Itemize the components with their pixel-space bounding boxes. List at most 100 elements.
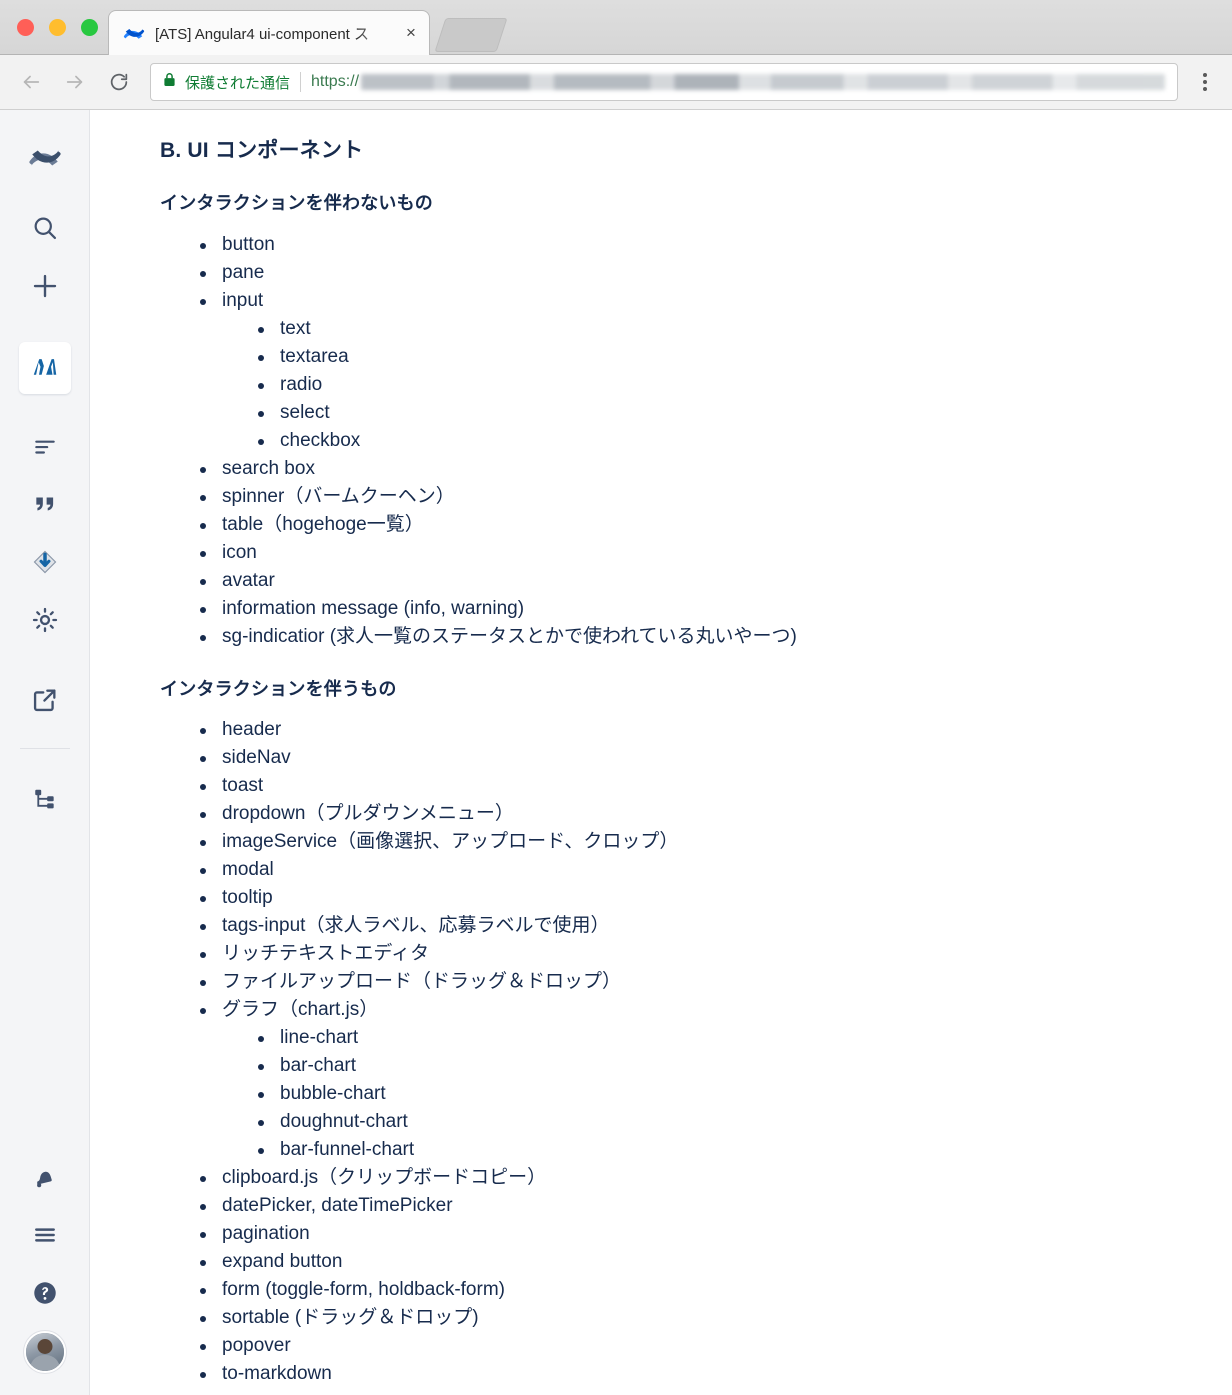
sidebar-item-notifications[interactable] [19, 1153, 71, 1205]
omnibox-divider [300, 72, 302, 92]
sidebar-item-spaces[interactable] [18, 342, 71, 394]
list-item-label: spinner（バームクーヘン） [222, 485, 455, 507]
new-tab-button[interactable] [434, 18, 508, 52]
list-item-label: datePicker, dateTimePicker [222, 1194, 453, 1216]
list-item-label: input [222, 289, 264, 311]
close-window-button[interactable] [17, 19, 34, 36]
page-title: B. UI コンポーネント [160, 139, 364, 162]
list-item-label: sortable (ドラッグ＆ドロップ) [222, 1306, 479, 1328]
quote-icon [32, 491, 58, 522]
list-item: tooltip [200, 884, 1192, 912]
list-item-label: グラフ（chart.js） [222, 998, 379, 1020]
lock-icon [163, 72, 177, 92]
reload-icon[interactable] [100, 63, 138, 101]
list-item: sg-indicatior (求人一覧のステータスとかで使われている丸いやーつ) [200, 623, 1192, 651]
list-item: pagination [200, 1220, 1192, 1248]
list-item: button [200, 231, 1192, 259]
external-link-icon [31, 686, 59, 719]
list-item: radio [258, 371, 1192, 399]
search-icon [31, 214, 59, 247]
list-item-label: imageService（画像選択、アップロード、クロップ） [222, 830, 679, 852]
list-item: checkbox [258, 427, 1192, 455]
section-heading-interactive: インタラクションを伴うもの [160, 678, 397, 699]
browser-window: [ATS] Angular4 ui-component ス × 保護された通信 … [0, 0, 1232, 1395]
list-item: グラフ（chart.js） line-chart bar-chart bubbl… [200, 996, 1192, 1164]
list-item-label: tooltip [222, 886, 273, 908]
minimize-window-button[interactable] [49, 19, 66, 36]
list-item: pane [200, 259, 1192, 287]
avatar-head [37, 1339, 52, 1354]
list-item: clipboard.js（クリップボードコピー） [200, 1164, 1192, 1192]
spaces-icon [30, 351, 60, 386]
plus-icon [30, 271, 60, 306]
browser-tab[interactable]: [ATS] Angular4 ui-component ス × [108, 10, 430, 55]
list-item-label: toast [222, 774, 264, 796]
list-item: bar-funnel-chart [258, 1136, 1192, 1164]
sidebar-item-page-tree[interactable] [19, 775, 71, 827]
list-item-label: sg-indicatior (求人一覧のステータスとかで使われている丸いやーつ) [222, 625, 797, 647]
list-item: sortable (ドラッグ＆ドロップ) [200, 1304, 1192, 1332]
list-item: expand button [200, 1248, 1192, 1276]
list-item-label: table（hogehoge一覧） [222, 513, 424, 535]
list-item-label: bar-chart [280, 1054, 357, 1076]
sidebar-item-help[interactable] [19, 1269, 71, 1321]
component-list-non-interactive: button pane input text textarea radio se… [160, 231, 1192, 651]
list-item-label: to-markdown [222, 1362, 332, 1384]
tab-strip: [ATS] Angular4 ui-component ス × [0, 0, 1232, 55]
list-item-label: textarea [280, 345, 349, 367]
list-item-label: header [222, 718, 282, 740]
list-item: select [258, 399, 1192, 427]
list-item: tags-input（求人ラベル、応募ラベルで使用） [200, 912, 1192, 940]
page-viewport: B. UI コンポーネント インタラクションを伴わないもの button pan… [0, 110, 1232, 1395]
list-item: information message (info, warning) [200, 595, 1192, 623]
zoom-window-button[interactable] [81, 19, 98, 36]
back-arrow-icon[interactable] [12, 63, 50, 101]
list-item-label: radio [280, 373, 323, 395]
list-item-label: bubble-chart [280, 1082, 386, 1104]
list-item: icon [200, 539, 1192, 567]
help-icon [31, 1279, 59, 1312]
sidebar-item-feed[interactable] [19, 422, 71, 474]
list-item-label: avatar [222, 569, 275, 591]
confluence-logo-icon [28, 141, 62, 180]
list-item: form (toggle-form, holdback-form) [200, 1276, 1192, 1304]
list-item-label: checkbox [280, 429, 361, 451]
sidebar-item-search[interactable] [19, 204, 71, 256]
list-item-label: select [280, 401, 330, 423]
avatar[interactable] [23, 1331, 66, 1373]
sidebar-item-external-link[interactable] [19, 676, 71, 728]
list-item-label: doughnut-chart [280, 1110, 408, 1132]
sidebar-item-create[interactable] [19, 262, 71, 314]
close-tab-button[interactable]: × [401, 23, 421, 43]
list-item-label: icon [222, 541, 257, 563]
list-item: modal [200, 856, 1192, 884]
url-scheme: https:// [311, 73, 360, 90]
list-item: text [258, 315, 1192, 343]
kebab-menu-icon[interactable] [1188, 63, 1222, 101]
list-item-label: pane [222, 261, 265, 283]
forward-arrow-icon[interactable] [56, 63, 94, 101]
list-item: dropdown（プルダウンメニュー） [200, 800, 1192, 828]
list-item: doughnut-chart [258, 1108, 1192, 1136]
address-bar[interactable]: 保護された通信 https:// [150, 63, 1178, 101]
confluence-sidebar [0, 110, 90, 1395]
window-controls [17, 19, 98, 36]
align-left-icon [32, 433, 58, 464]
list-item-label: line-chart [280, 1026, 359, 1048]
sidebar-item-badge[interactable] [19, 538, 71, 590]
chart-sublist: line-chart bar-chart bubble-chart doughn… [222, 1024, 1192, 1164]
page-content: B. UI コンポーネント インタラクションを伴わないもの button pan… [90, 110, 1232, 1395]
list-item-label: form (toggle-form, holdback-form) [222, 1278, 505, 1300]
list-item-label: sideNav [222, 746, 291, 768]
url-redacted[interactable] [361, 74, 1165, 90]
browser-toolbar: 保護された通信 https:// [0, 55, 1232, 110]
sidebar-item-blog[interactable] [19, 480, 71, 532]
list-item-label: bar-funnel-chart [280, 1138, 415, 1160]
sidebar-item-menu[interactable] [19, 1211, 71, 1263]
list-item: textarea [258, 343, 1192, 371]
list-item-label: expand button [222, 1250, 343, 1272]
sidebar-item-confluence-logo[interactable] [19, 134, 71, 186]
list-item-label: search box [222, 457, 315, 479]
secure-connection-label: 保護された通信 [185, 74, 291, 92]
sidebar-item-settings[interactable] [19, 596, 71, 648]
